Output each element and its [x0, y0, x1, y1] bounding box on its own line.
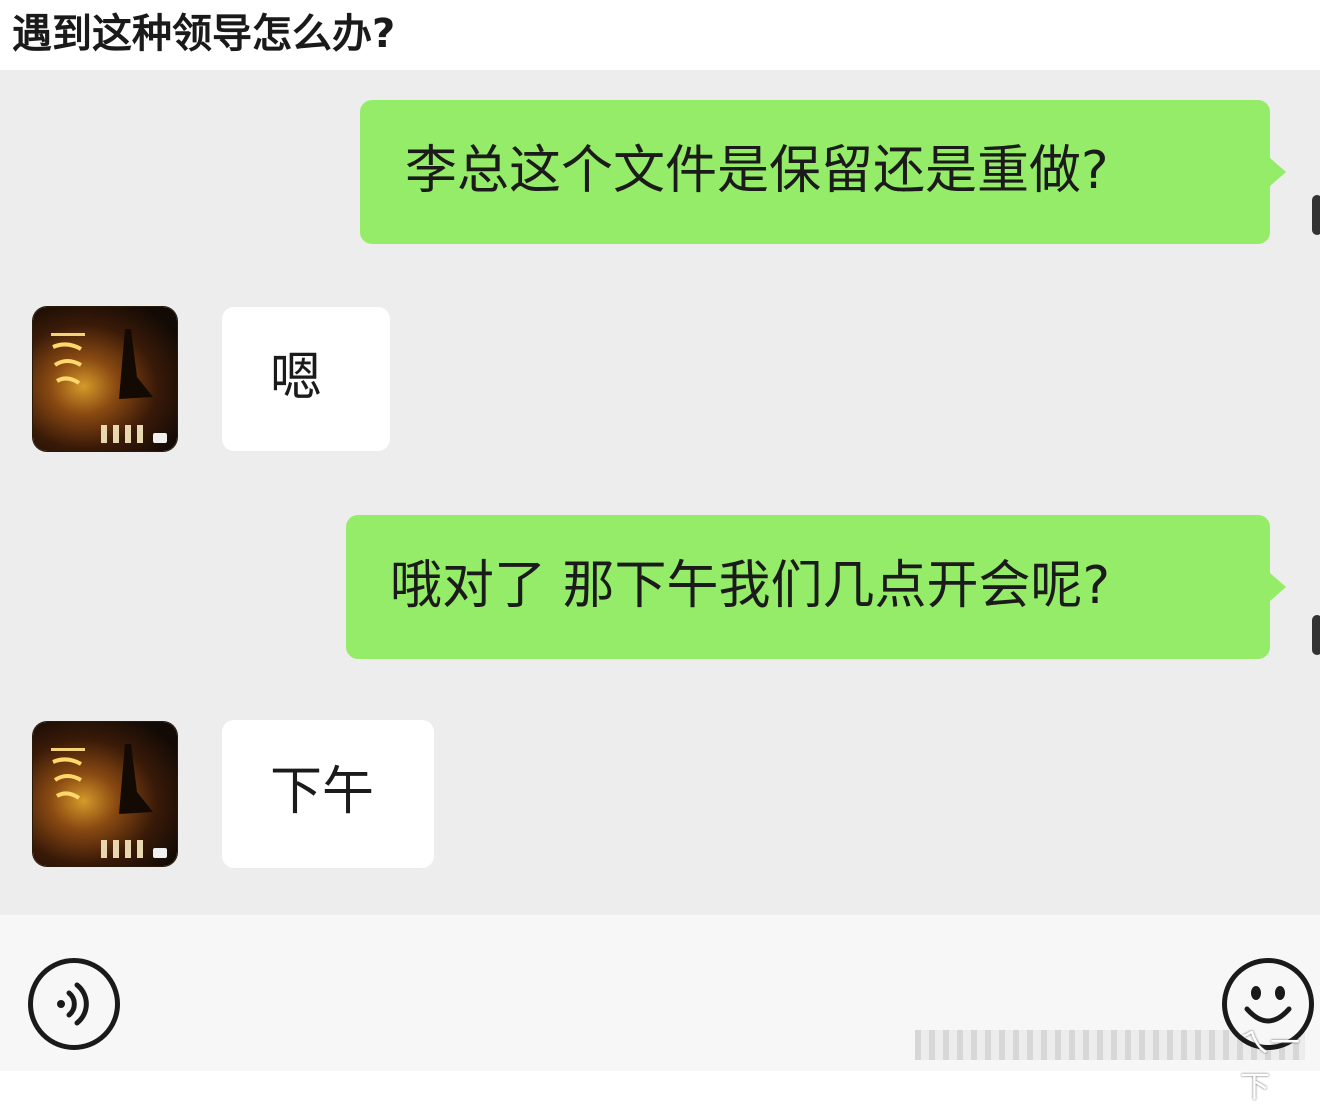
self-avatar-edge: [1312, 615, 1320, 655]
message-text: 哦对了 那下午我们几点开会呢?: [390, 556, 1111, 616]
message-text: 李总这个文件是保留还是重做?: [405, 141, 1109, 201]
contact-avatar[interactable]: [33, 307, 177, 451]
chat-area[interactable]: 李总这个文件是保留还是重做? 嗯 哦对了 那下午我们几点开会呢? 下午: [0, 70, 1320, 915]
contact-avatar[interactable]: [33, 722, 177, 866]
avatar-image-icon: [51, 744, 167, 858]
input-bar: [0, 915, 1320, 1071]
bubble-tail: [1270, 158, 1286, 186]
voice-icon: [57, 982, 89, 1026]
avatar-image-icon: [51, 329, 167, 443]
message-bubble-received[interactable]: 嗯: [222, 307, 390, 451]
message-bubble-sent[interactable]: 哦对了 那下午我们几点开会呢?: [346, 515, 1270, 659]
message-bubble-received[interactable]: 下午: [222, 720, 434, 868]
message-text: 嗯: [270, 348, 323, 408]
watermark: ㄟ一下: [1240, 1026, 1300, 1105]
message-text: 下午: [270, 762, 375, 822]
message-bubble-sent[interactable]: 李总这个文件是保留还是重做?: [360, 100, 1270, 244]
page-header: 遇到这种领导怎么办?: [0, 0, 1320, 70]
self-avatar-edge: [1312, 195, 1320, 235]
page-title: 遇到这种领导怎么办?: [12, 11, 396, 57]
voice-button[interactable]: [28, 958, 120, 1050]
bubble-tail: [1270, 573, 1286, 601]
